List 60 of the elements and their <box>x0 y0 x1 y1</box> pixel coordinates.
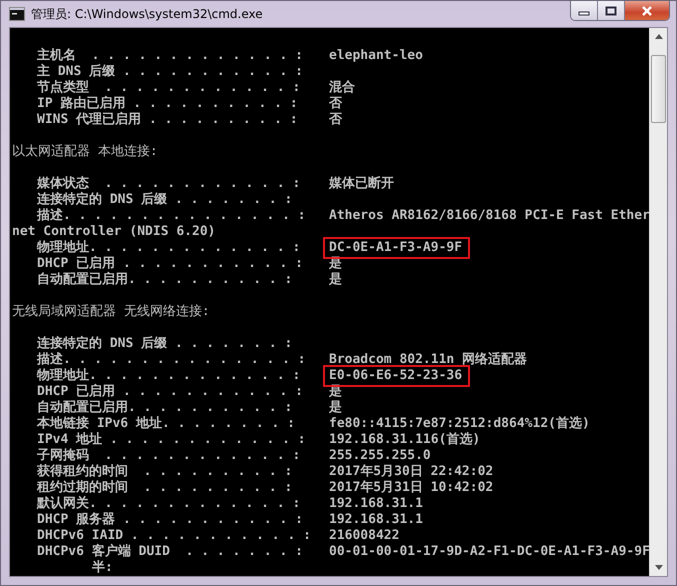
maximize-icon <box>605 6 617 16</box>
close-icon <box>641 6 653 16</box>
property-label: 连接特定的 DNS 后缀 . . . . . . . : <box>37 192 294 208</box>
property-label: 描述. . . . . . . . . . . . . . . : <box>37 208 307 224</box>
property-value: 媒体已断开 <box>329 176 394 192</box>
property-value: 否 <box>329 96 342 112</box>
property-label: 本地链接 IPv6 地址. . . . . . . . : <box>37 416 296 432</box>
property-label: 子网掩码 . . . . . . . . . . . . : <box>37 448 302 464</box>
property-value: DC-0E-A1-F3-A9-9F <box>329 239 462 256</box>
property-label: 媒体状态 . . . . . . . . . . . . : <box>37 176 302 192</box>
property-label: 自动配置已启用. . . . . . . . . . : <box>37 400 294 416</box>
property-label: DHCPv6 客户端 DUID . . . . . . . : <box>37 544 304 560</box>
close-button[interactable] <box>625 1 669 20</box>
property-value: 192.168.31.1 <box>329 512 423 528</box>
property-value: 是 <box>329 272 342 288</box>
property-label: 主机名 . . . . . . . . . . . . . : <box>37 48 304 64</box>
minimize-button[interactable] <box>571 1 598 20</box>
adapter-heading: 无线局域网适配器 无线网络连接: <box>12 304 210 320</box>
property-label: DHCP 服务器 . . . . . . . . . . . : <box>37 512 304 528</box>
scrollbar[interactable] <box>649 28 667 576</box>
property-label: 主 DNS 后缀 . . . . . . . . . . . : <box>37 64 304 80</box>
console-text: net Controller (NDIS 6.20) <box>12 224 216 240</box>
property-value: E0-06-E6-52-23-36 <box>329 367 462 384</box>
property-label: IPv4 地址 . . . . . . . . . . . . : <box>37 432 307 448</box>
property-value: fe80::4115:7e87:2512:d864%12(首选) <box>329 416 590 432</box>
property-value: Broadcom 802.11n 网络适配器 <box>329 352 528 368</box>
property-label: 节点类型 . . . . . . . . . . . . : <box>37 80 302 96</box>
property-label: DHCPv6 IAID . . . . . . . . . . . : <box>37 528 312 544</box>
property-label: 获得租约的时间 . . . . . . . . . : <box>37 464 294 480</box>
scroll-thumb[interactable] <box>651 55 666 123</box>
property-value: 255.255.255.0 <box>329 448 431 464</box>
property-label: 默认网关. . . . . . . . . . . . . : <box>37 496 302 512</box>
up-arrow-icon <box>654 34 662 39</box>
property-label: WINS 代理已启用 . . . . . . . . . : <box>37 112 299 128</box>
property-label: IP 路由已启用 . . . . . . . . . . : <box>37 96 299 112</box>
property-label: 描述. . . . . . . . . . . . . . . : <box>37 352 307 368</box>
property-value: Atheros AR8162/8166/8168 PCI-E Fast Ether <box>329 208 649 224</box>
property-value: 216008422 <box>329 528 400 544</box>
window-title: 管理员: C:\Windows\system32\cmd.exe <box>31 6 264 22</box>
property-value: 否 <box>329 112 342 128</box>
property-value: 192.168.31.116(首选) <box>329 432 480 448</box>
property-label: DHCP 已启用 . . . . . . . . . . . : <box>37 384 304 400</box>
property-value: 2017年5月31日 10:42:02 <box>329 480 494 496</box>
property-value: 混合 <box>329 80 355 96</box>
property-value: elephant-leo <box>329 48 423 64</box>
console-icon <box>9 7 25 21</box>
property-value: 2017年5月30日 22:42:02 <box>329 464 494 480</box>
down-arrow-icon <box>654 565 662 570</box>
property-label: 租约过期的时间 . . . . . . . . . : <box>37 480 294 496</box>
property-label: 连接特定的 DNS 后缀 . . . . . . . : <box>37 336 294 352</box>
property-label: 自动配置已启用. . . . . . . . . . : <box>37 272 294 288</box>
maximize-button[interactable] <box>598 1 625 20</box>
property-label: DHCP 已启用 . . . . . . . . . . . : <box>37 256 304 272</box>
property-value: 192.168.31.1 <box>329 496 423 512</box>
property-label: 物理地址. . . . . . . . . . . . . : <box>37 240 302 256</box>
adapter-heading: 以太网适配器 本地连接: <box>12 144 158 160</box>
property-value: 00-01-00-01-17-9D-A2-F1-DC-0E-A1-F3-A9-9F <box>329 544 649 560</box>
property-label: 物理地址. . . . . . . . . . . . . : <box>37 368 302 384</box>
property-value: 是 <box>329 400 342 416</box>
console-text: 半: <box>92 560 113 576</box>
